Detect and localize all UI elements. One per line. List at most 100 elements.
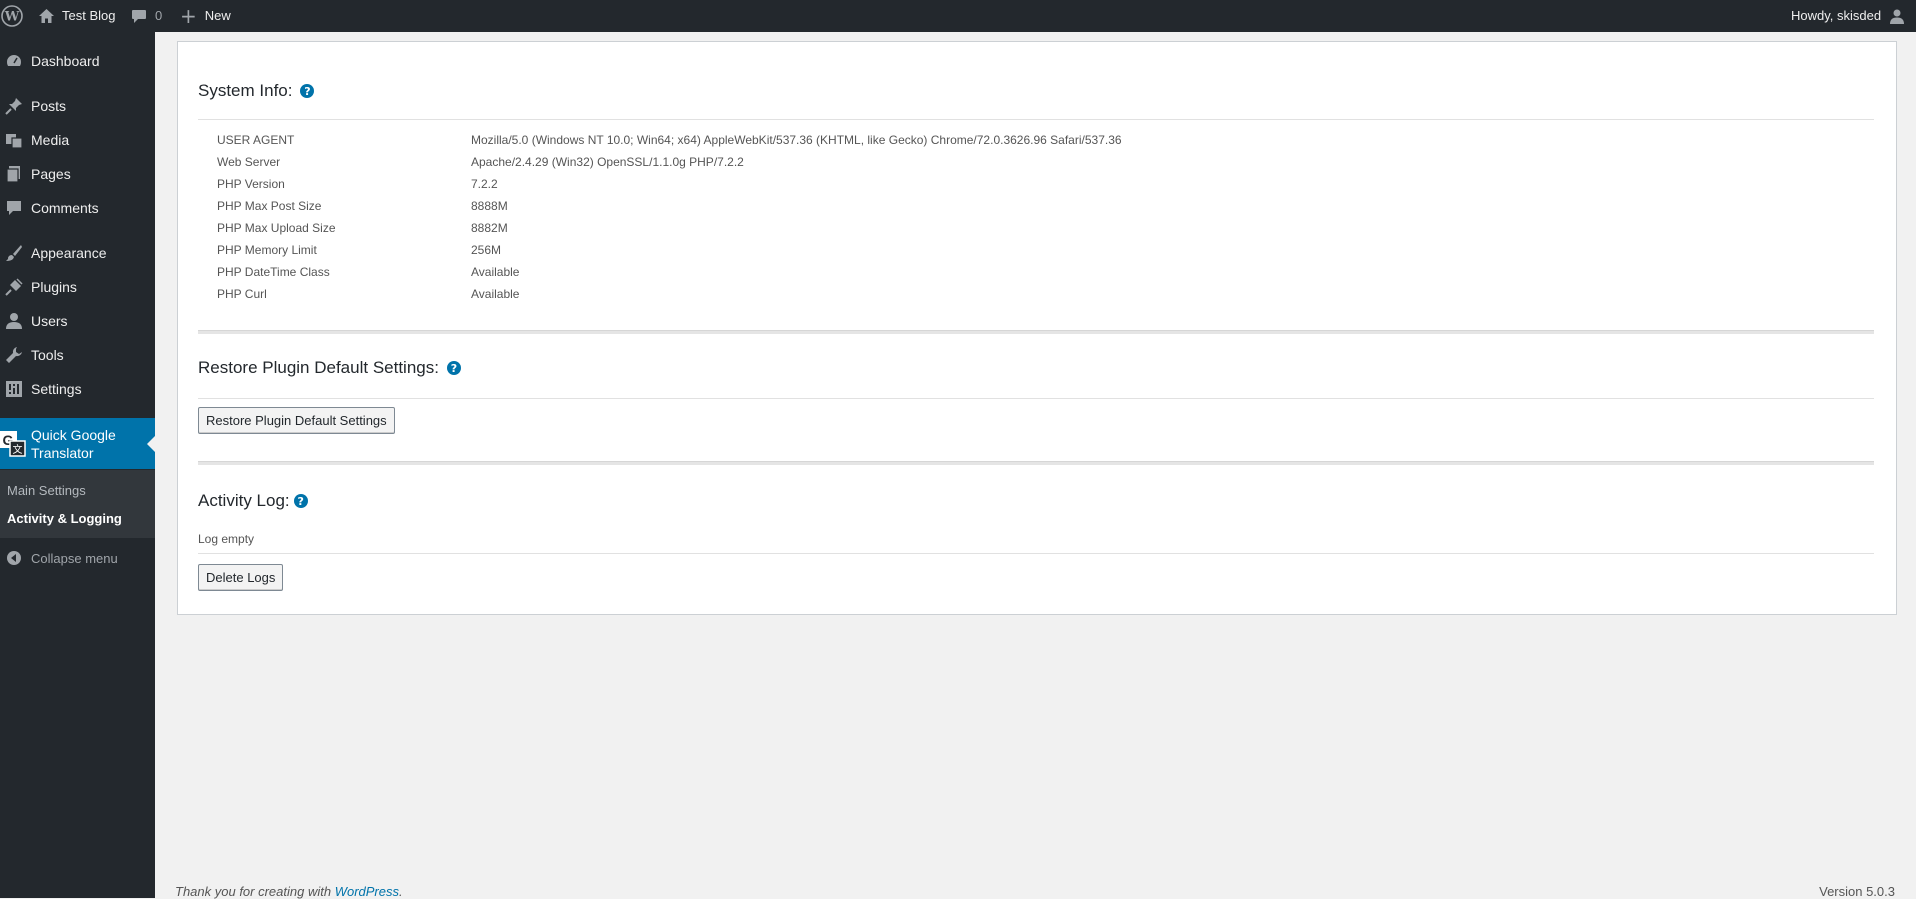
info-key: PHP Curl [217,287,267,301]
sidebar-item-comments[interactable]: Comments [0,191,155,225]
current-menu-arrow [147,435,155,452]
info-value: Apache/2.4.29 (Win32) OpenSSL/1.1.0g PHP… [471,155,744,169]
sidebar-label-line2: Translator [31,444,94,461]
site-name-link[interactable]: Test Blog [38,0,115,32]
activity-log-heading: Activity Log: ? [198,491,308,511]
sidebar-label-line1: Quick Google [31,426,116,443]
sidebar-label-comments: Comments [31,200,99,216]
wordpress-link[interactable]: WordPress [335,884,399,899]
info-row: PHP Memory Limit 256M [217,239,1857,261]
info-key: PHP Memory Limit [217,243,317,257]
info-key: PHP Max Post Size [217,199,322,213]
sidebar-item-dashboard[interactable]: Dashboard [0,44,155,78]
comments-link[interactable]: 0 [131,0,162,32]
sidebar-label-settings: Settings [31,381,82,397]
sidebar-item-media[interactable]: Media [0,123,155,157]
footer-version: Version 5.0.3 [1819,884,1895,899]
sidebar-item-quick-google-translator[interactable]: G 文 Quick Google Translator [0,418,155,469]
howdy-text: Howdy, skisded [1791,8,1882,23]
info-value: 8882M [471,221,508,235]
submenu-item-activity-logging[interactable]: Activity & Logging [7,511,122,526]
comment-bubble-icon [131,9,147,24]
pushpin-icon [4,96,24,116]
new-label: New [204,8,231,23]
info-key: USER AGENT [217,133,295,147]
footer-thanks-prefix: Thank you for creating with [175,884,335,899]
activity-log-title: Activity Log: [198,491,290,510]
info-row: PHP Max Post Size 8888M [217,195,1857,217]
submenu-item-main-settings[interactable]: Main Settings [7,483,86,498]
new-content-link[interactable]: + New [180,0,231,32]
wordpress-logo-icon[interactable]: W [1,0,23,32]
sidebar-item-users[interactable]: Users [0,304,155,338]
help-icon[interactable]: ? [446,361,461,375]
info-row: PHP DateTime Class Available [217,261,1857,283]
settings-icon [4,379,24,399]
sidebar-label-pages: Pages [31,166,71,182]
footer-thankyou: Thank you for creating with WordPress. [175,884,403,899]
collapse-menu-label: Collapse menu [31,550,118,566]
sidebar-label-tools: Tools [31,347,64,363]
home-icon [38,8,55,24]
my-account-link[interactable]: Howdy, skisded [1791,0,1905,32]
dashboard-icon [4,51,24,71]
user-icon [4,311,24,331]
media-icon [4,130,24,150]
wrench-icon [4,345,24,365]
divider [198,119,1874,120]
sidebar-label-appearance: Appearance [31,245,107,261]
sidebar-label-media: Media [31,132,70,148]
info-value: Available [471,287,520,301]
sidebar-label-quick-google-translator: Quick Google Translator [31,426,116,462]
sidebar-item-plugins[interactable]: Plugins [0,270,155,304]
info-key: Web Server [217,155,281,169]
sidebar-item-posts[interactable]: Posts [0,89,155,123]
sidebar-item-tools[interactable]: Tools [0,338,155,372]
delete-logs-button[interactable]: Delete Logs [198,564,284,591]
svg-text:W: W [4,10,20,25]
footer-thanks-suffix: . [399,884,403,899]
info-value: Mozilla/5.0 (Windows NT 10.0; Win64; x64… [471,133,1122,147]
google-translate-icon-x: 文 [13,443,23,456]
info-value: 7.2.2 [471,177,498,191]
activity-logging-panel: System Info: ? USER AGENT Mozilla/5.0 (W… [177,41,1897,615]
system-info-heading: System Info: ? [198,81,315,101]
help-icon[interactable]: ? [300,84,315,98]
help-icon[interactable]: ? [293,494,308,508]
info-row: PHP Version 7.2.2 [217,173,1857,195]
divider [198,553,1874,554]
plus-icon: + [180,4,197,28]
info-row: PHP Max Upload Size 8882M [217,217,1857,239]
info-value: 8888M [471,199,508,213]
paintbrush-icon [4,243,24,263]
info-key: PHP Version [217,177,285,191]
info-value: 256M [471,243,502,257]
sidebar-item-appearance[interactable]: Appearance [0,236,155,270]
section-divider [198,330,1874,334]
collapse-arrow-icon [4,548,24,568]
sidebar-item-settings[interactable]: Settings [0,372,155,406]
info-key: PHP Max Upload Size [217,221,336,235]
sidebar-item-pages[interactable]: Pages [0,157,155,191]
comments-count: 0 [155,8,163,23]
info-value: Available [471,265,520,279]
system-info-title: System Info: [198,81,293,100]
info-key: PHP DateTime Class [217,265,330,279]
info-row: Web Server Apache/2.4.29 (Win32) OpenSSL… [217,151,1857,173]
sidebar-label-dashboard: Dashboard [31,53,100,69]
admin-sidebar: Dashboard Posts Media Pages Comments App… [0,32,155,898]
divider [198,398,1874,399]
section-divider [198,461,1874,465]
sidebar-label-plugins: Plugins [31,279,77,295]
restore-heading: Restore Plugin Default Settings: ? [198,358,461,378]
sidebar-label-posts: Posts [31,98,67,114]
sidebar-label-users: Users [31,313,68,329]
restore-defaults-button[interactable]: Restore Plugin Default Settings [198,407,395,434]
collapse-menu-button[interactable]: Collapse menu [0,541,155,575]
google-translate-icon: G 文 [0,430,26,457]
site-name: Test Blog [62,8,116,23]
admin-bar: W Test Blog 0 + New Howdy, skisded [0,0,1916,32]
log-empty-text: Log empty [198,532,255,546]
info-row: PHP Curl Available [217,283,1857,305]
avatar-icon [1889,8,1905,24]
